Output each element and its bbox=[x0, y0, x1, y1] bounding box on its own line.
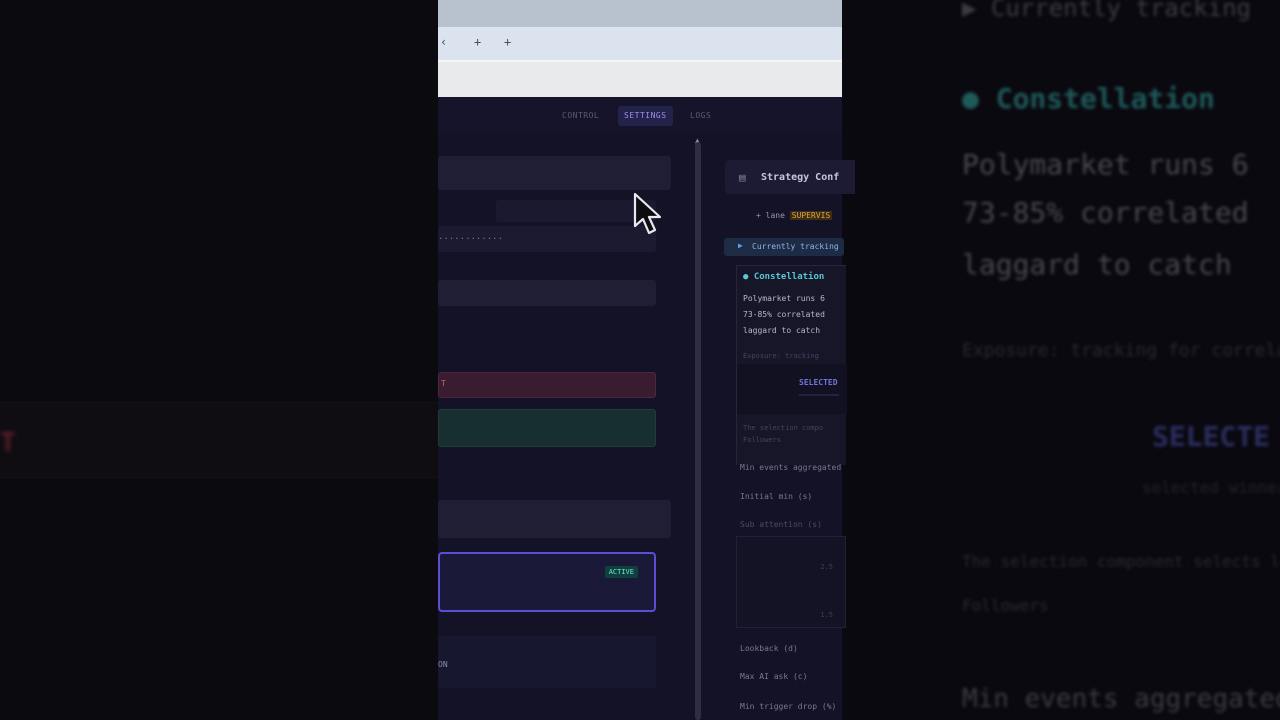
background-text: 73-85% correlated bbox=[962, 196, 1249, 229]
strategy-header[interactable]: ▤ Strategy Conf bbox=[725, 160, 855, 194]
background-text: SELECTE bbox=[1152, 420, 1271, 453]
background-text: Polymarket runs 6 bbox=[962, 148, 1249, 181]
background-warning-text: T bbox=[0, 428, 16, 458]
warning-banner: T bbox=[438, 372, 656, 398]
constellation-body: laggard to catch bbox=[743, 326, 821, 335]
constellation-title: ● Constellation bbox=[743, 272, 825, 282]
constellation-meta: Exposure: tracking bbox=[743, 352, 819, 360]
background-left: T bbox=[0, 0, 438, 720]
min-trigger-label: Min trigger drop (%) bbox=[740, 702, 837, 711]
max-ai-ask-label: Max AI ask (c) bbox=[740, 672, 808, 681]
play-icon: ▶ bbox=[738, 241, 743, 250]
settings-field[interactable] bbox=[438, 156, 671, 190]
chart-tick: 1.5 bbox=[820, 611, 833, 619]
background-text: selected winners bbox=[1142, 478, 1280, 497]
tab-control[interactable]: CONTROL bbox=[556, 106, 605, 126]
tracking-toggle[interactable]: ▶ Currently tracking bbox=[724, 238, 844, 256]
browser-address-bar[interactable] bbox=[438, 60, 842, 97]
initial-min-label: Initial min (s) bbox=[740, 492, 813, 501]
settings-card[interactable] bbox=[438, 636, 656, 688]
tab-settings[interactable]: SETTINGS bbox=[618, 106, 673, 126]
new-tab-icon[interactable]: + bbox=[504, 35, 511, 49]
background-text: Min events aggregated bbox=[962, 684, 1280, 714]
status-badge: ACTIVE bbox=[604, 566, 638, 578]
screen: T ▶ Currently tracking ● Constellation P… bbox=[0, 0, 1280, 720]
selected-label: SELECTED bbox=[799, 378, 838, 387]
settings-field[interactable] bbox=[438, 280, 656, 306]
lane-label: + lane bbox=[756, 211, 785, 220]
background-text: laggard to catch bbox=[962, 248, 1232, 281]
strategy-panel: ▤ Strategy Conf + lane SUPERVIS ▶ Curren… bbox=[722, 155, 855, 720]
lookback-label: Lookback (d) bbox=[740, 644, 798, 653]
scrollbar[interactable] bbox=[695, 142, 701, 720]
back-icon[interactable]: ‹ bbox=[440, 35, 447, 49]
new-tab-icon[interactable]: + bbox=[474, 35, 481, 49]
background-text: Exposure: tracking for correlation bbox=[962, 340, 1280, 361]
background-text: The selection component selects leaders bbox=[962, 552, 1280, 571]
background-band bbox=[0, 402, 438, 478]
background-right: ▶ Currently tracking ● Constellation Pol… bbox=[842, 0, 1280, 720]
success-banner bbox=[438, 409, 656, 447]
tab-logs[interactable]: LOGS bbox=[684, 106, 717, 126]
constellation-section: ● Constellation Polymarket runs 6 73-85%… bbox=[736, 265, 847, 465]
constellation-body: Polymarket runs 6 bbox=[743, 294, 825, 303]
background-text: ▶ Currently tracking bbox=[962, 0, 1251, 22]
mini-chart: 2.5 1.5 bbox=[736, 536, 846, 628]
browser-titlebar bbox=[438, 0, 842, 27]
tab-bar: CONTROL SETTINGS LOGS bbox=[438, 97, 842, 133]
warning-text: T bbox=[441, 379, 446, 388]
background-text: Followers bbox=[962, 596, 1049, 615]
browser-tabstrip: ‹ + + bbox=[438, 27, 842, 60]
chart-tick: 2.5 bbox=[820, 563, 833, 571]
card-tag: ON bbox=[438, 660, 448, 669]
min-events-label: Min events aggregated bbox=[740, 463, 842, 472]
selected-underline bbox=[799, 394, 839, 396]
selected-strategy-card[interactable]: ACTIVE bbox=[438, 552, 656, 612]
dotted-value: ............ bbox=[438, 232, 504, 242]
lane-value: SUPERVIS bbox=[789, 211, 833, 220]
tracking-label: Currently tracking bbox=[752, 242, 839, 251]
mouse-cursor-icon bbox=[633, 192, 662, 235]
strategy-title: Strategy Conf bbox=[761, 172, 840, 183]
lane-row: + lane SUPERVIS bbox=[756, 211, 833, 220]
selected-box[interactable]: SELECTED bbox=[737, 364, 847, 414]
list-icon: ▤ bbox=[739, 171, 746, 184]
sub-attention-label: Sub attention (s) bbox=[740, 520, 822, 529]
background-text: ● Constellation bbox=[962, 82, 1215, 115]
hint-text: The selection compo bbox=[743, 424, 824, 432]
settings-field[interactable] bbox=[438, 500, 671, 538]
hint-text: Followers bbox=[743, 436, 781, 444]
constellation-body: 73-85% correlated bbox=[743, 310, 825, 319]
